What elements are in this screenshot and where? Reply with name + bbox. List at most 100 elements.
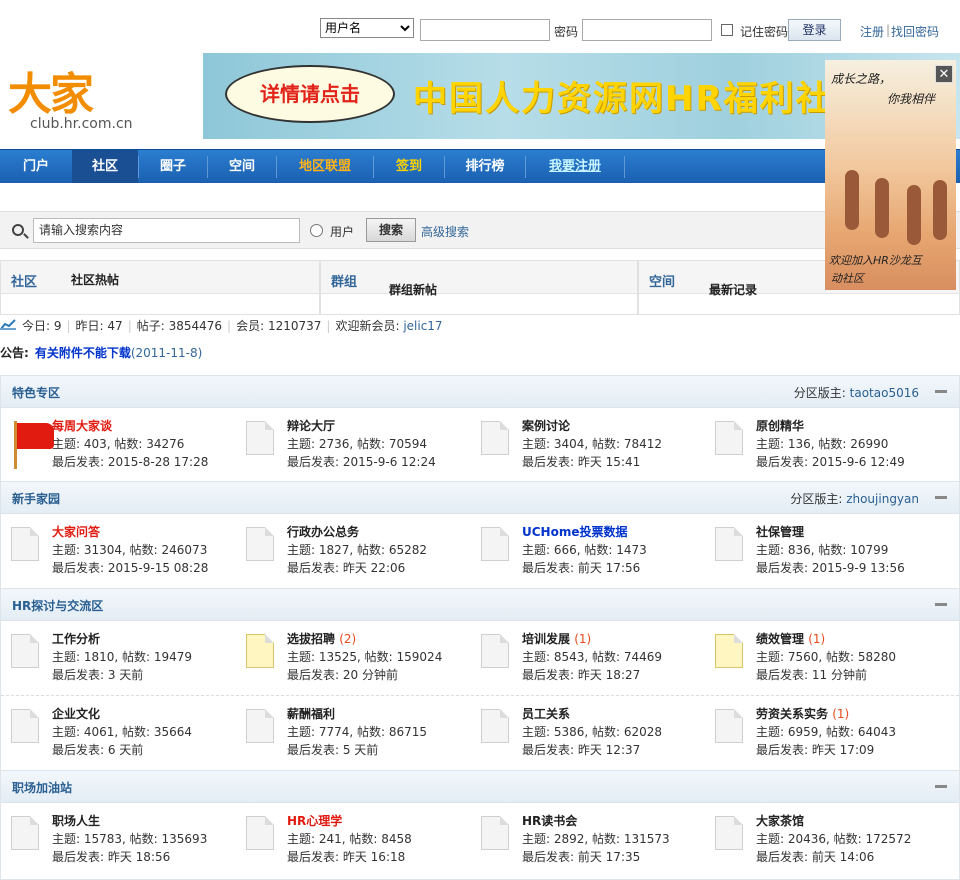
forum-item[interactable]: 员工关系 主题: 5386, 帖数: 62028 最后发表: 昨天 12:37	[471, 696, 705, 770]
forum-title[interactable]: 大家茶馆	[756, 812, 804, 829]
category-moderator: 分区版主: zhoujingyan	[790, 492, 919, 506]
password-input[interactable]	[582, 19, 712, 41]
today-count: (2)	[339, 632, 357, 646]
forum-item[interactable]: 工作分析 主题: 1810, 帖数: 19479 最后发表: 3 天前	[1, 621, 235, 695]
forum-item[interactable]: 劳资关系实务 (1) 主题: 6959, 帖数: 64043 最后发表: 昨天 …	[705, 696, 939, 770]
tab-community[interactable]: 社区	[11, 271, 37, 290]
side-ad[interactable]: 成长之路， 你我相伴 欢迎加入HR沙龙互 动社区 ✕	[825, 60, 956, 290]
forum-title[interactable]: 原创精华	[756, 417, 804, 434]
forum-counts: 主题: 6959, 帖数: 64043	[756, 725, 897, 739]
forum-counts: 主题: 836, 帖数: 10799	[756, 543, 889, 557]
forum-item[interactable]: 绩效管理 (1) 主题: 7560, 帖数: 58280 最后发表: 11 分钟…	[705, 621, 939, 695]
forum-title[interactable]: UCHome投票数据	[522, 523, 627, 540]
login-type-select[interactable]: 用户名	[320, 18, 414, 38]
announcement-label: 公告:	[0, 346, 29, 360]
community-hot-column: 社区 社区热帖	[0, 260, 320, 315]
forum-last-post: 最后发表: 前天 17:35	[522, 850, 641, 864]
site-logo[interactable]: 大家 club.hr.com.cn	[8, 58, 148, 138]
search-input[interactable]: 请输入搜索内容	[33, 218, 300, 243]
collapse-icon[interactable]	[935, 785, 947, 788]
forum-last-post: 最后发表: 3 天前	[52, 668, 144, 682]
forum-item[interactable]: 大家茶馆 主题: 20436, 帖数: 172572 最后发表: 前天 14:0…	[705, 803, 939, 877]
forum-item[interactable]: 原创精华 主题: 136, 帖数: 26990 最后发表: 2015-9-6 1…	[705, 408, 939, 482]
space-hot-title: 最新记录	[709, 283, 758, 297]
forum-item[interactable]: HR心理学 主题: 241, 帖数: 8458 最后发表: 昨天 16:18	[236, 803, 470, 877]
forum-item[interactable]: 案例讨论 主题: 3404, 帖数: 78412 最后发表: 昨天 15:41	[471, 408, 705, 482]
forum-counts: 主题: 7774, 帖数: 86715	[287, 725, 428, 739]
logo-mark: 大家	[8, 69, 94, 120]
nav-portal[interactable]: 门户	[0, 150, 72, 183]
search-button[interactable]: 搜索	[366, 218, 416, 242]
category-career: 职场加油站 职场人生 主题: 15783, 帖数: 135693 最后发表: 昨…	[0, 770, 960, 880]
user-radio[interactable]	[310, 224, 323, 237]
forum-item[interactable]: 企业文化 主题: 4061, 帖数: 35664 最后发表: 6 天前	[1, 696, 235, 770]
nav-regional-alliance[interactable]: 地区联盟	[277, 150, 373, 183]
forum-title[interactable]: 绩效管理 (1)	[756, 630, 825, 647]
advanced-search-link[interactable]: 高级搜索	[421, 223, 469, 240]
forum-counts: 主题: 8543, 帖数: 74469	[522, 650, 663, 664]
forum-item[interactable]: HR读书会 主题: 2892, 帖数: 131573 最后发表: 前天 17:3…	[471, 803, 705, 877]
category-title[interactable]: HR探讨与交流区	[12, 597, 103, 614]
category-title[interactable]: 特色专区	[12, 384, 60, 401]
forum-item[interactable]: 每周大家谈 主题: 403, 帖数: 34276 最后发表: 2015-8-28…	[1, 408, 235, 482]
collapse-icon[interactable]	[935, 496, 947, 499]
forum-title[interactable]: 劳资关系实务 (1)	[756, 705, 849, 722]
forum-title[interactable]: 行政办公总务	[287, 523, 359, 540]
forum-title[interactable]: 员工关系	[522, 705, 570, 722]
forum-title[interactable]: 选拔招聘 (2)	[287, 630, 356, 647]
forum-title[interactable]: HR心理学	[287, 812, 342, 829]
community-hot-title: 社区热帖	[71, 273, 120, 287]
tab-space[interactable]: 空间	[649, 271, 675, 290]
forum-item[interactable]: 辩论大厅 主题: 2736, 帖数: 70594 最后发表: 2015-9-6 …	[236, 408, 470, 482]
forum-row: 每周大家谈 主题: 403, 帖数: 34276 最后发表: 2015-8-28…	[1, 408, 959, 482]
nav-community[interactable]: 社区	[72, 150, 138, 183]
forum-title[interactable]: 每周大家谈	[52, 417, 112, 434]
forum-item[interactable]: 选拔招聘 (2) 主题: 13525, 帖数: 159024 最后发表: 20 …	[236, 621, 470, 695]
forum-item[interactable]: 薪酬福利 主题: 7774, 帖数: 86715 最后发表: 5 天前	[236, 696, 470, 770]
forum-item[interactable]: UCHome投票数据 主题: 666, 帖数: 1473 最后发表: 前天 17…	[471, 514, 705, 588]
tab-group[interactable]: 群组	[331, 271, 357, 290]
forum-title[interactable]: 培训发展 (1)	[522, 630, 591, 647]
forum-item[interactable]: 职场人生 主题: 15783, 帖数: 135693 最后发表: 昨天 18:5…	[1, 803, 235, 877]
forum-title[interactable]: 工作分析	[52, 630, 100, 647]
forum-counts: 主题: 31304, 帖数: 246073	[52, 543, 208, 557]
forum-last-post: 最后发表: 20 分钟前	[287, 668, 398, 682]
nav-checkin[interactable]: 签到	[374, 150, 444, 183]
category-title[interactable]: 职场加油站	[12, 779, 72, 796]
forum-title[interactable]: 职场人生	[52, 812, 100, 829]
today-count: (1)	[832, 707, 850, 721]
announcement-title[interactable]: 有关附件不能下载	[35, 346, 131, 360]
forum-title[interactable]: 企业文化	[52, 705, 100, 722]
forum-item[interactable]: 大家问答 主题: 31304, 帖数: 246073 最后发表: 2015-9-…	[1, 514, 235, 588]
collapse-icon[interactable]	[935, 390, 947, 393]
forum-title[interactable]: HR读书会	[522, 812, 577, 829]
forum-counts: 主题: 136, 帖数: 26990	[756, 437, 889, 451]
category-title[interactable]: 新手家园	[12, 490, 60, 507]
forum-item[interactable]: 培训发展 (1) 主题: 8543, 帖数: 74469 最后发表: 昨天 18…	[471, 621, 705, 695]
close-icon[interactable]: ✕	[935, 65, 953, 83]
link-divider: |	[886, 23, 891, 37]
login-button[interactable]: 登录	[788, 19, 841, 41]
forum-title[interactable]: 大家问答	[52, 523, 100, 540]
nav-ranking[interactable]: 排行榜	[445, 150, 525, 183]
collapse-icon[interactable]	[935, 603, 947, 606]
new-member-link[interactable]: jelic17	[403, 319, 442, 333]
forum-row: 工作分析 主题: 1810, 帖数: 19479 最后发表: 3 天前 选拔招聘…	[1, 621, 959, 695]
username-input[interactable]	[420, 19, 550, 41]
remember-checkbox[interactable]	[721, 24, 733, 36]
register-link[interactable]: 注册	[860, 23, 884, 40]
forum-last-post: 最后发表: 2015-9-15 08:28	[52, 561, 209, 575]
forum-title[interactable]: 案例讨论	[522, 417, 570, 434]
forgot-password-link[interactable]: 找回密码	[891, 23, 939, 40]
forum-item[interactable]: 社保管理 主题: 836, 帖数: 10799 最后发表: 2015-9-9 1…	[705, 514, 939, 588]
forum-title[interactable]: 薪酬福利	[287, 705, 335, 722]
forum-item[interactable]: 行政办公总务 主题: 1827, 帖数: 65282 最后发表: 昨天 22:0…	[236, 514, 470, 588]
forum-title[interactable]: 社保管理	[756, 523, 804, 540]
nav-space[interactable]: 空间	[208, 150, 276, 183]
nav-circle[interactable]: 圈子	[139, 150, 207, 183]
forum-icon	[11, 709, 39, 743]
forum-icon	[11, 527, 39, 561]
forum-last-post: 最后发表: 前天 14:06	[756, 850, 875, 864]
forum-title[interactable]: 辩论大厅	[287, 417, 335, 434]
nav-register[interactable]: 我要注册	[526, 150, 624, 183]
